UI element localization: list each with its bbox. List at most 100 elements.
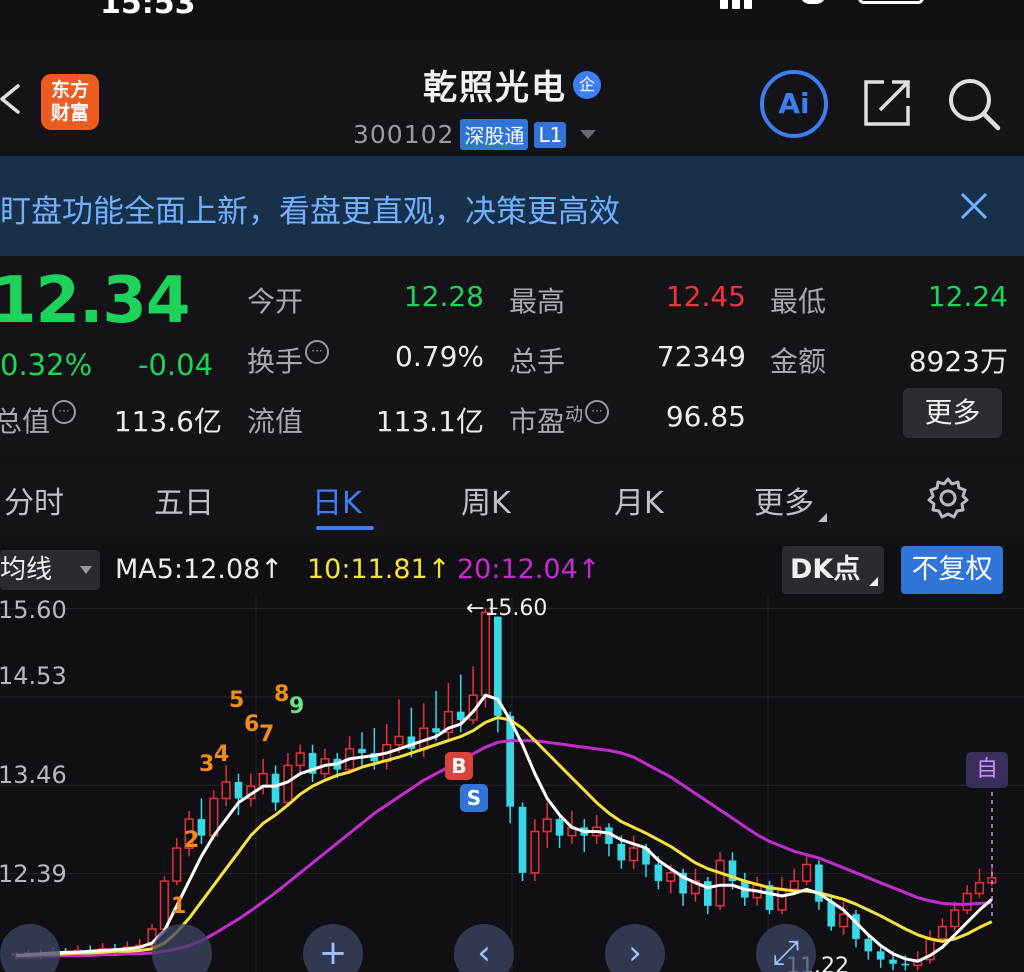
candle (407, 707, 416, 758)
candle (801, 856, 812, 886)
candle (271, 765, 280, 811)
dk-point-button[interactable]: DK点 (782, 546, 884, 594)
candle (580, 819, 589, 853)
candle (542, 802, 552, 849)
candle (876, 947, 885, 968)
label-low: 最低 (770, 285, 827, 318)
buy-badge[interactable]: B (445, 752, 473, 780)
candle (382, 724, 392, 770)
value-high: 12.45 (665, 280, 746, 313)
info-icon[interactable]: ··· (52, 400, 77, 424)
candle (493, 616, 502, 733)
candle (480, 608, 491, 708)
candle (950, 901, 960, 931)
tab-daily-k[interactable]: 日K (312, 478, 362, 522)
ma20-value: 20:12.04↑ (457, 554, 601, 585)
signal-number: 1 (171, 894, 187, 919)
tab-weekly-k[interactable]: 周K (461, 478, 511, 522)
stock-name[interactable]: 乾照光电 (423, 68, 567, 108)
tab-more[interactable]: 更多 (754, 478, 827, 522)
custom-marker-badge[interactable]: 自 (966, 752, 1008, 788)
candle (394, 699, 404, 754)
value-amount: 8923万 (908, 345, 1008, 378)
candle (295, 744, 305, 774)
value-pe: 96.85 (665, 400, 746, 433)
kline-chart[interactable]: 15.60 14.53 13.46 12.39 ←15.60 11.22 1 2… (0, 596, 1024, 972)
label-total-cap[interactable]: 总值 ··· (0, 400, 77, 440)
y-tick: 13.46 (0, 761, 67, 789)
promo-banner[interactable]: 盯盘功能全面上新，看盘更直观，决策更高效 (0, 156, 1024, 256)
active-tab-indicator (316, 526, 374, 530)
indicator-bar: 均线 MA5:12.08↑ 10:11.81↑ 20:12.04↑ DK点 不复… (0, 542, 1024, 596)
kline-svg (0, 596, 1024, 972)
tab-intraday[interactable]: 分时 (4, 478, 64, 522)
gear-icon[interactable] (926, 476, 970, 520)
label-volume: 总手 (509, 345, 566, 378)
signal-number: 2 (184, 828, 200, 853)
signal-number: 8 (274, 682, 290, 707)
info-icon[interactable]: ··· (585, 400, 610, 424)
candle (246, 773, 256, 807)
quote-panel: 12.34 0.32% -0.04 今开 12.28 最高 12.45 最低 1… (0, 256, 1024, 456)
candle (555, 814, 564, 849)
candle (518, 802, 527, 882)
enterprise-badge: 企 (573, 70, 601, 99)
tab-five-day[interactable]: 五日 (154, 478, 214, 522)
header: 东方 财富 乾照光电企 300102 深股通 L1 Ai (0, 40, 1024, 156)
ma10-value: 10:11.81↑ (307, 554, 451, 585)
signal-number: 6 (244, 712, 260, 737)
candle (308, 744, 317, 782)
signal-number: 3 (199, 752, 215, 777)
more-button[interactable]: 更多 (903, 388, 1002, 438)
ma5-value: MA5:12.08↑ (115, 554, 283, 585)
candle (815, 860, 823, 911)
caret-icon (818, 513, 827, 522)
candle (443, 682, 454, 741)
candle (234, 773, 243, 815)
candle (715, 852, 725, 911)
label-turnover[interactable]: 换手 ··· (247, 340, 330, 380)
candle (629, 835, 639, 869)
candle (320, 748, 330, 778)
candle (605, 823, 613, 857)
ai-button[interactable]: Ai (760, 70, 828, 138)
candle (530, 819, 540, 882)
sell-badge[interactable]: S (460, 784, 488, 812)
y-tick: 15.60 (0, 596, 67, 624)
status-time: 15:53 (100, 0, 196, 21)
label-float-cap: 流值 (247, 405, 304, 438)
ma-select[interactable]: 均线 (0, 550, 100, 590)
signal-icon (720, 0, 770, 9)
candle (592, 814, 602, 844)
candle (221, 765, 231, 807)
tag-shenguTong: 深股通 (460, 119, 529, 150)
candle (345, 736, 355, 774)
label-open: 今开 (247, 285, 304, 318)
label-high: 最高 (509, 285, 566, 318)
info-icon[interactable]: ··· (305, 340, 330, 364)
period-tabs: 分时 五日 日K 周K 月K 更多 (0, 458, 1024, 542)
candle (852, 910, 860, 948)
high-price-label: ←15.60 (466, 596, 548, 621)
tag-level: L1 (534, 121, 567, 148)
stock-code: 300102 (353, 120, 455, 149)
candle (925, 930, 935, 964)
change-amount: -0.04 (138, 348, 214, 382)
signal-number: 4 (214, 742, 230, 767)
tab-monthly-k[interactable]: 月K (614, 478, 664, 522)
signal-number: 9 (289, 694, 305, 719)
stock-subtitle[interactable]: 300102 深股通 L1 (353, 119, 597, 151)
wifi-icon (800, 0, 826, 4)
value-turnover: 0.79% (395, 340, 484, 373)
share-icon[interactable] (862, 76, 914, 128)
candle (172, 838, 182, 886)
no-adjust-button[interactable]: 不复权 (901, 546, 1003, 594)
candle (358, 732, 366, 766)
label-pe[interactable]: 市盈动 ··· (509, 400, 610, 440)
search-icon[interactable] (946, 76, 1002, 132)
label-amount: 金额 (770, 345, 827, 378)
candle (974, 868, 985, 898)
y-tick: 14.53 (0, 662, 67, 690)
banner-text: 盯盘功能全面上新，看盘更直观，决策更高效 (0, 194, 620, 230)
close-icon[interactable] (958, 190, 990, 222)
